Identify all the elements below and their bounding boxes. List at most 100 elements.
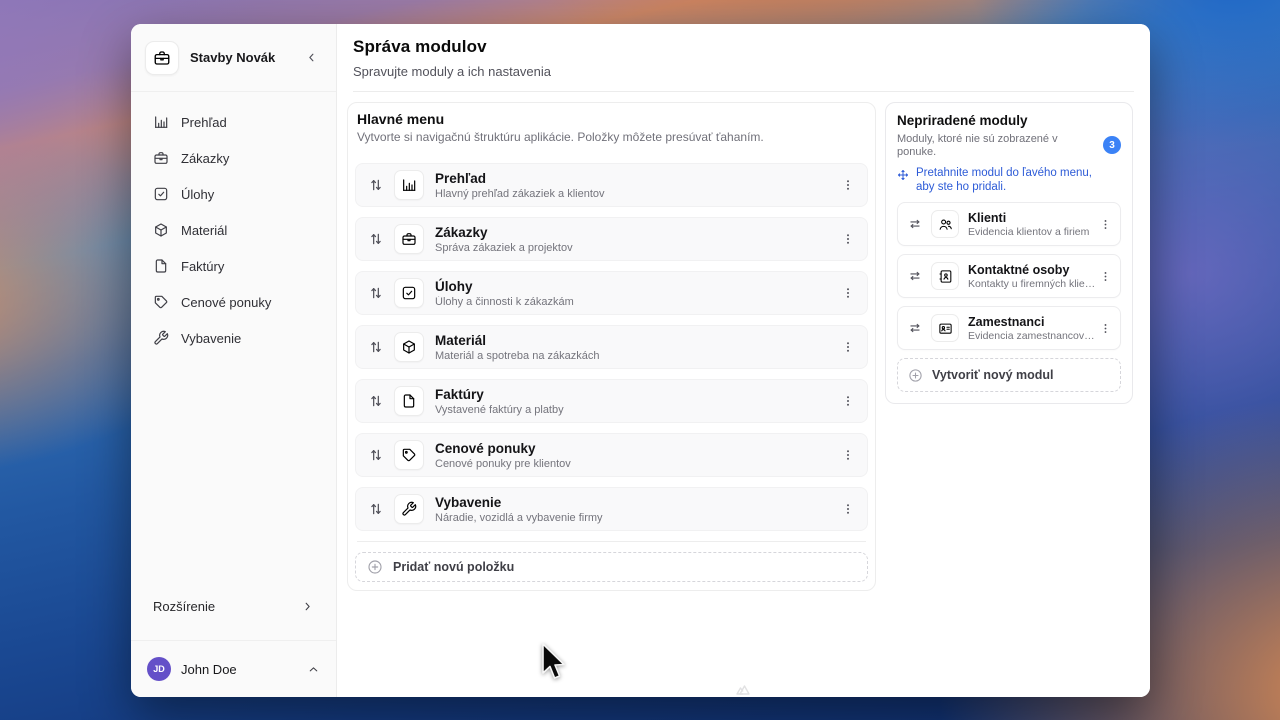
wrench-icon	[153, 330, 169, 346]
unassigned-card-zamestnanci[interactable]: Zamestnanci Evidencia zamestnancov a ich…	[897, 306, 1121, 350]
kebab-menu-icon	[841, 286, 855, 300]
plus-circle-icon	[367, 559, 383, 575]
drag-horizontal-handle[interactable]	[906, 215, 924, 233]
user-menu[interactable]: JD John Doe	[131, 640, 336, 697]
plus-circle-icon	[908, 368, 923, 383]
content-row: Hlavné menu Vytvorte si navigačnú štrukt…	[337, 92, 1150, 591]
module-title: Zákazky	[435, 225, 839, 240]
sidebar-item-label: Zákazky	[181, 151, 229, 166]
module-icon-tile	[931, 314, 959, 342]
sidebar-item-prehlad[interactable]: Prehľad	[131, 104, 336, 140]
module-row-faktury[interactable]: Faktúry Vystavené faktúry a platby	[355, 379, 868, 423]
sidebar-item-label: Úlohy	[181, 187, 214, 202]
module-row-vybavenie[interactable]: Vybavenie Náradie, vozidlá a vybavenie f…	[355, 487, 868, 531]
module-menu-button[interactable]	[839, 282, 857, 304]
drag-vertical-handle[interactable]	[366, 445, 386, 465]
add-menu-item-button[interactable]: Pridať novú položku	[355, 552, 868, 582]
module-menu-button[interactable]	[839, 174, 857, 196]
module-text: Prehľad Hlavný prehľad zákaziek a klient…	[435, 171, 839, 200]
module-menu-button[interactable]	[839, 444, 857, 466]
drag-horizontal-handle[interactable]	[906, 267, 924, 285]
arrows-up-down-icon	[368, 393, 384, 409]
module-menu-button[interactable]	[1097, 214, 1114, 235]
module-title: Materiál	[435, 333, 839, 348]
drag-vertical-handle[interactable]	[366, 283, 386, 303]
sidebar-item-material[interactable]: Materiál	[131, 212, 336, 248]
sidebar-collapse-button[interactable]	[301, 47, 322, 68]
drag-vertical-handle[interactable]	[366, 175, 386, 195]
kebab-menu-icon	[1099, 218, 1112, 231]
desktop-wallpaper: Stavby Novák Prehľad Zákazky Úlohy	[0, 0, 1280, 720]
kebab-menu-icon	[841, 394, 855, 408]
page-subtitle: Spravujte moduly a ich nastavenia	[353, 64, 1134, 79]
module-subtitle: Materiál a spotreba na zákazkách	[435, 350, 839, 362]
module-row-ulohy[interactable]: Úlohy Úlohy a činnosti k zákazkám	[355, 271, 868, 315]
drag-horizontal-handle[interactable]	[906, 319, 924, 337]
briefcase-icon	[153, 49, 171, 67]
user-name: John Doe	[181, 662, 297, 677]
module-icon-tile	[394, 386, 424, 416]
main-menu-heading: Hlavné menu	[357, 111, 868, 127]
module-row-cenove-ponuky[interactable]: Cenové ponuky Cenové ponuky pre klientov	[355, 433, 868, 477]
module-menu-button[interactable]	[839, 390, 857, 412]
unassigned-heading: Nepriradené moduly	[897, 113, 1121, 128]
sidebar-item-cenove-ponuky[interactable]: Cenové ponuky	[131, 284, 336, 320]
module-row-zakazky[interactable]: Zákazky Správa zákaziek a projektov	[355, 217, 868, 261]
extension-label: Rozšírenie	[153, 599, 301, 614]
arrows-up-down-icon	[368, 177, 384, 193]
drag-hint: Pretahnite modul do ľavého menu, aby ste…	[897, 166, 1121, 194]
sidebar-item-zakazky[interactable]: Zákazky	[131, 140, 336, 176]
module-subtitle: Úlohy a činnosti k zákazkám	[435, 296, 839, 308]
unassigned-subrow: Moduly, ktoré nie sú zobrazené v ponuke.…	[897, 133, 1121, 159]
drag-vertical-handle[interactable]	[366, 391, 386, 411]
add-menu-item-label: Pridať novú položku	[393, 560, 514, 574]
sidebar-item-faktury[interactable]: Faktúry	[131, 248, 336, 284]
kebab-menu-icon	[841, 232, 855, 246]
unassigned-card-klienti[interactable]: Klienti Evidencia klientov a firiem	[897, 202, 1121, 246]
module-menu-button[interactable]	[1097, 266, 1114, 287]
kebab-menu-icon	[1099, 270, 1112, 283]
module-icon-tile	[394, 494, 424, 524]
module-text: Faktúry Vystavené faktúry a platby	[435, 387, 839, 416]
sidebar-nav: Prehľad Zákazky Úlohy Materiál Faktúry	[131, 92, 336, 356]
module-icon-tile	[394, 440, 424, 470]
module-subtitle: Vystavené faktúry a platby	[435, 404, 839, 416]
module-menu-button[interactable]	[839, 336, 857, 358]
module-icon-tile	[931, 262, 959, 290]
contact-book-icon	[938, 269, 953, 284]
sidebar-item-rozsirenie[interactable]: Rozšírenie	[131, 586, 336, 626]
sidebar-item-ulohy[interactable]: Úlohy	[131, 176, 336, 212]
arrows-up-down-icon	[368, 285, 384, 301]
module-menu-button[interactable]	[839, 498, 857, 520]
module-icon-tile	[394, 278, 424, 308]
module-text: Kontaktné osoby Kontakty u firemných kli…	[968, 263, 1097, 290]
drag-vertical-handle[interactable]	[366, 337, 386, 357]
drag-vertical-handle[interactable]	[366, 499, 386, 519]
wrench-icon	[401, 501, 417, 517]
module-menu-button[interactable]	[1097, 318, 1114, 339]
file-icon	[401, 393, 417, 409]
module-row-prehlad[interactable]: Prehľad Hlavný prehľad zákaziek a klient…	[355, 163, 868, 207]
drag-hint-text: Pretahnite modul do ľavého menu, aby ste…	[916, 166, 1094, 194]
arrows-up-down-icon	[368, 501, 384, 517]
sidebar-item-vybavenie[interactable]: Vybavenie	[131, 320, 336, 356]
app-logo	[145, 41, 179, 75]
unassigned-card-kontaktne-osoby[interactable]: Kontaktné osoby Kontakty u firemných kli…	[897, 254, 1121, 298]
tag-icon	[401, 447, 417, 463]
bar-chart-icon	[401, 177, 417, 193]
unassigned-description: Moduly, ktoré nie sú zobrazené v ponuke.	[897, 133, 1103, 159]
create-module-label: Vytvoriť nový modul	[932, 368, 1054, 382]
sidebar-item-label: Vybavenie	[181, 331, 241, 346]
chevron-left-icon	[305, 51, 318, 64]
module-row-material[interactable]: Materiál Materiál a spotreba na zákazkác…	[355, 325, 868, 369]
main-content: Správa modulov Spravujte moduly a ich na…	[337, 24, 1150, 697]
unassigned-modules-panel: Nepriradené moduly Moduly, ktoré nie sú …	[885, 102, 1133, 404]
cube-icon	[153, 222, 169, 238]
users-icon	[938, 217, 953, 232]
module-menu-button[interactable]	[839, 228, 857, 250]
drag-vertical-handle[interactable]	[366, 229, 386, 249]
cube-icon	[401, 339, 417, 355]
create-module-button[interactable]: Vytvoriť nový modul	[897, 358, 1121, 392]
module-title: Klienti	[968, 211, 1097, 225]
module-title: Kontaktné osoby	[968, 263, 1097, 277]
